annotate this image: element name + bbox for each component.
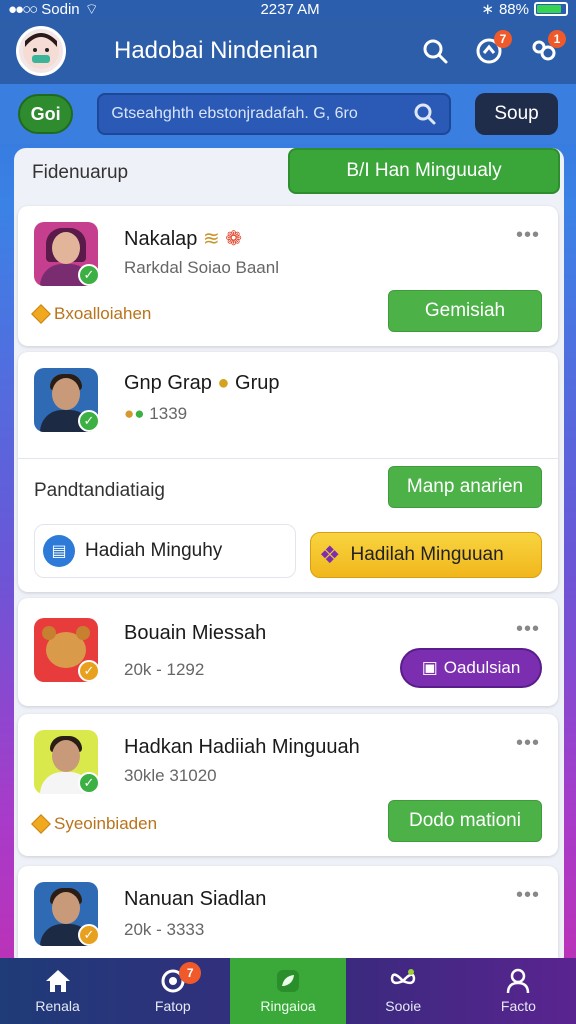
- panel-header: Fidenuarup B/I Han Minguualy: [14, 148, 564, 200]
- nav-label: Facto: [500, 998, 536, 1014]
- section-button[interactable]: Manp anarien: [388, 466, 542, 508]
- diamond-icon: [31, 304, 51, 324]
- verified-icon: ✓: [78, 264, 100, 286]
- gift-box-icon: ❖: [319, 541, 341, 569]
- diamond-icon: [31, 814, 51, 834]
- verified-icon: ✓: [78, 410, 100, 432]
- weekly-gift-highlight[interactable]: ❖ Hadilah Minguuan: [310, 532, 542, 578]
- item-subtitle-text: 1339: [149, 404, 188, 423]
- item-name-text: Nakalap: [124, 228, 198, 250]
- nav-home[interactable]: Renala: [0, 958, 115, 1024]
- main-panel: Fidenuarup B/I Han Minguualy ✓ Nakalap ≋…: [14, 148, 564, 968]
- nav-ringaioa[interactable]: Ringaioa: [230, 958, 346, 1024]
- nav-facto[interactable]: Facto: [461, 958, 576, 1024]
- search-icon: [414, 103, 436, 125]
- soup-button[interactable]: Soup: [475, 93, 558, 135]
- users-button[interactable]: 1: [526, 30, 566, 68]
- search-icon: [423, 39, 448, 64]
- verified-icon: ✓: [78, 660, 100, 682]
- home-icon: [45, 970, 70, 992]
- profile-avatar[interactable]: [16, 26, 66, 76]
- go-button[interactable]: Goi: [18, 94, 74, 134]
- person-icon: [507, 968, 530, 994]
- search-row: Goi Gtseahghth ebstonjradafah. G, 6ro So…: [0, 84, 576, 144]
- nav-label: Ringaioa: [260, 998, 316, 1014]
- list-item[interactable]: ✓ Nakalap ≋ ❁ Rarkdal Soiao Baanl ••• Bx…: [18, 206, 558, 346]
- status-bar: ●●○○ Sodin ⌔ 2237 AM ∗ 88%: [0, 0, 576, 18]
- search-input[interactable]: Gtseahghth ebstonjradafah. G, 6ro: [97, 93, 452, 135]
- notifications-button[interactable]: 7: [472, 30, 512, 68]
- leaf-badge-icon: ●: [134, 404, 145, 423]
- more-options-icon[interactable]: •••: [516, 618, 540, 641]
- item-name: Nanuan Siadlan: [124, 888, 267, 910]
- calendar-icon: ▤: [43, 535, 75, 567]
- item-name-text: Gnp Grap: [124, 372, 212, 394]
- nav-badge: 7: [179, 962, 202, 984]
- list-item[interactable]: ✓ Hadkan Hadiiah Minguuah 30kle 31020 ••…: [18, 714, 558, 856]
- butterfly-icon: [390, 969, 416, 985]
- notification-badge: 7: [494, 30, 512, 48]
- users-badge: 1: [548, 30, 566, 48]
- nav-label: Renala: [35, 998, 80, 1014]
- claim-button-label: Oadulsian: [443, 658, 521, 677]
- claim-button[interactable]: ▣ Oadulsian: [400, 648, 542, 688]
- item-subtitle: 20k - 1292: [124, 660, 205, 679]
- more-options-icon[interactable]: •••: [516, 224, 540, 247]
- list-item[interactable]: ✓ Bouain Miessah 20k - 1292 ••• ▣ Oaduls…: [18, 598, 558, 706]
- nav-sooie[interactable]: Sooie: [346, 958, 461, 1024]
- coin-icon: ●: [217, 372, 230, 394]
- reward-label: Bxoalloiahen: [31, 304, 152, 324]
- divider: [18, 458, 558, 459]
- claim-button[interactable]: Dodo mationi: [388, 800, 542, 842]
- item-name: Gnp Grap ● Grup: [124, 372, 280, 395]
- signal-icon: ●●○○: [8, 0, 38, 18]
- battery-icon: [534, 2, 568, 16]
- search-button[interactable]: [418, 34, 452, 68]
- item-name: Nakalap ≋ ❁: [124, 226, 242, 251]
- weekly-button[interactable]: B/I Han Minguualy: [288, 148, 560, 194]
- reward-label-text: Bxoalloiahen: [54, 304, 152, 323]
- avatar-face-icon: [23, 33, 59, 69]
- wifi-icon: ⌔: [84, 0, 99, 18]
- verified-icon: ✓: [78, 772, 100, 794]
- bluetooth-icon: ∗: [481, 1, 494, 18]
- item-subtitle: ●● 1339: [124, 404, 187, 424]
- nav-label: Fatop: [154, 998, 191, 1014]
- more-options-icon[interactable]: •••: [516, 884, 540, 907]
- more-options-icon[interactable]: •••: [516, 732, 540, 755]
- weekly-gift-option[interactable]: ▤ Hadiah Minguhy: [34, 524, 296, 578]
- item-name: Bouain Miessah: [124, 622, 267, 644]
- clock: 2237 AM: [260, 0, 320, 18]
- item-name-suffix: Grup: [235, 372, 280, 394]
- nav-label: Sooie: [385, 998, 422, 1014]
- panel-label: Fidenuarup: [32, 162, 129, 183]
- list-item[interactable]: ✓ Gnp Grap ● Grup ●● 1339 Pandtandiatiai…: [18, 352, 558, 592]
- search-placeholder: Gtseahghth ebstonjradafah. G, 6ro: [111, 105, 358, 122]
- gift-icon: ▣: [421, 658, 438, 677]
- bottom-nav: Renala Fatop 7 Ringaioa Sooie Facto: [0, 958, 576, 1024]
- app-header: Hadobai Nindenian 7 1: [0, 18, 576, 84]
- item-subtitle: Rarkdal Soiao Baanl: [124, 258, 279, 277]
- reward-label: Syeoinbiaden: [31, 814, 158, 834]
- leaf-icon: [277, 970, 299, 992]
- list-item[interactable]: ✓ Nanuan Siadlan 20k - 3333 •••: [18, 866, 558, 968]
- verified-icon: ✓: [78, 924, 100, 946]
- reward-label-text: Syeoinbiaden: [54, 814, 158, 833]
- app-title: Hadobai Nindenian: [114, 37, 319, 64]
- item-subtitle: 30kle 31020: [124, 766, 217, 785]
- coins-icon: ●: [124, 404, 135, 423]
- coins-icon: ≋: [202, 228, 220, 250]
- gift-icon: ❁: [225, 228, 243, 250]
- gift-highlight-label: Hadilah Minguuan: [350, 544, 504, 565]
- carrier-name: Sodin: [41, 0, 80, 18]
- item-subtitle: 20k - 3333: [124, 920, 205, 939]
- claim-button[interactable]: Gemisiah: [388, 290, 542, 332]
- item-name: Hadkan Hadiiah Minguuah: [124, 736, 360, 758]
- nav-fatop[interactable]: Fatop 7: [115, 958, 230, 1024]
- section-title: Pandtandiatiaig: [34, 480, 165, 501]
- gift-option-label: Hadiah Minguhy: [85, 540, 223, 561]
- battery-percent: 88%: [498, 0, 529, 18]
